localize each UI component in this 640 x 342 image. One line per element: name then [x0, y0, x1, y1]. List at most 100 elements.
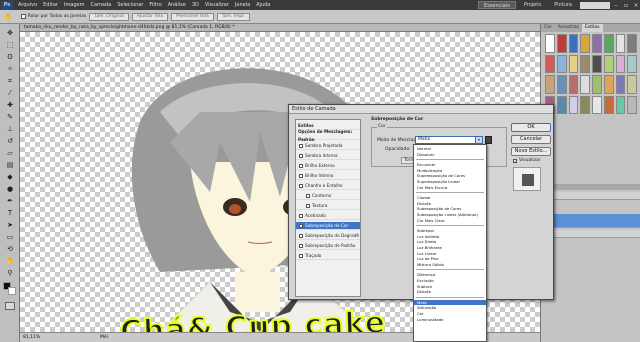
style-swatch[interactable] [580, 95, 590, 114]
zoom-tool-icon[interactable]: ⚲ [5, 268, 15, 278]
style-item[interactable]: Chanfro e Entalhe [296, 182, 360, 190]
style-swatch[interactable] [580, 75, 590, 94]
layer-row[interactable] [541, 230, 640, 238]
style-swatch[interactable] [603, 34, 614, 53]
blend-mode-option[interactable]: Divisão [414, 289, 486, 295]
preview-checkbox-row[interactable]: ✓ Visualizar [513, 158, 541, 163]
style-item[interactable]: Acetinado [296, 212, 360, 220]
maximize-button[interactable]: ▫ [622, 2, 630, 9]
style-checkbox[interactable] [299, 233, 303, 238]
style-swatch[interactable] [545, 34, 555, 53]
menu-analise[interactable]: Análise [165, 2, 189, 8]
style-swatch[interactable] [580, 34, 590, 53]
lasso-tool-icon[interactable]: ʘ [5, 52, 15, 62]
menu-3d[interactable]: 3D [189, 2, 202, 8]
style-swatch[interactable] [627, 34, 637, 53]
print-size-button[interactable]: Tam. Impr. [216, 12, 251, 21]
blend-mode-select[interactable]: Matiz ▾ [415, 136, 483, 144]
healing-tool-icon[interactable]: ✚ [5, 100, 15, 110]
actual-pixels-button[interactable]: Tam. Original [89, 12, 129, 21]
blur-tool-icon[interactable]: ◆ [5, 172, 15, 182]
menu-ajuda[interactable]: Ajuda [253, 2, 273, 8]
style-checkbox[interactable] [299, 183, 303, 188]
type-tool-icon[interactable]: T [5, 208, 15, 218]
history-brush-tool-icon[interactable]: ↺ [5, 136, 15, 146]
fit-screen-button[interactable]: Ajustar Tela [131, 12, 169, 21]
layer-row-selected[interactable] [541, 214, 640, 228]
stamp-tool-icon[interactable]: ⊥ [5, 124, 15, 134]
style-swatch[interactable] [592, 95, 602, 114]
style-swatch[interactable] [592, 75, 602, 94]
style-item[interactable]: Opções de Mesclagem: Padrão [296, 129, 360, 142]
tab-swatches[interactable]: Amostras [555, 24, 582, 32]
eyedropper-tool-icon[interactable]: ⁄ [5, 88, 15, 98]
style-checkbox[interactable] [306, 193, 310, 198]
style-checkbox[interactable] [306, 203, 310, 208]
workspace-essenciais-button[interactable]: Essenciais [478, 1, 516, 9]
gradient-tool-icon[interactable]: ▤ [5, 160, 15, 170]
marquee-tool-icon[interactable]: ⬚ [5, 40, 15, 50]
shape-tool-icon[interactable]: ▭ [5, 232, 15, 242]
style-swatch[interactable] [568, 54, 579, 73]
magic-wand-tool-icon[interactable]: ✧ [5, 64, 15, 74]
ok-button[interactable]: OK [511, 123, 551, 132]
style-swatch[interactable] [545, 54, 555, 73]
tab-color[interactable]: Cor [541, 24, 555, 32]
hand-tool-icon[interactable]: ✋ [5, 256, 15, 266]
workspace-pintura-button[interactable]: Pintura [549, 1, 577, 9]
style-swatch[interactable] [627, 54, 637, 73]
menu-camada[interactable]: Camada [87, 2, 114, 8]
menu-selecionar[interactable]: Selecionar [114, 2, 146, 8]
style-swatch[interactable] [568, 95, 579, 114]
style-swatch[interactable] [627, 95, 637, 114]
blend-mode-option[interactable]: Mistura Sólida [414, 262, 486, 268]
close-button[interactable]: × [632, 2, 640, 9]
scroll-all-windows-checkbox[interactable] [20, 14, 26, 19]
3d-tool-icon[interactable]: ⟲ [5, 244, 15, 254]
style-swatch[interactable] [592, 34, 602, 53]
tab-styles[interactable]: Estilos [582, 24, 603, 32]
style-checkbox[interactable]: ✓ [299, 223, 303, 228]
new-style-button[interactable]: Novo Estilo... [511, 147, 551, 156]
menu-arquivo[interactable]: Arquivo [15, 2, 40, 8]
style-swatch[interactable] [603, 95, 614, 114]
cancel-button[interactable]: Cancelar [511, 135, 551, 144]
search-input[interactable] [580, 1, 610, 9]
style-checkbox[interactable] [299, 213, 303, 218]
layer-row[interactable] [541, 192, 640, 200]
style-checkbox[interactable] [299, 253, 303, 258]
style-swatch[interactable] [603, 54, 614, 73]
style-swatch[interactable] [615, 34, 626, 53]
crop-tool-icon[interactable]: ⌗ [5, 76, 15, 86]
style-swatch[interactable] [556, 54, 567, 73]
quick-mask-icon[interactable] [5, 302, 15, 310]
eraser-tool-icon[interactable]: ▱ [5, 148, 15, 158]
style-swatch[interactable] [556, 75, 567, 94]
background-color-swatch[interactable] [8, 287, 16, 295]
fill-screen-button[interactable]: Preencher tela [171, 12, 214, 21]
style-swatch[interactable] [615, 54, 626, 73]
style-checkbox[interactable] [299, 173, 303, 178]
style-item[interactable]: Sombra Projetada [296, 142, 360, 150]
menu-janela[interactable]: Janela [232, 2, 253, 8]
style-swatch[interactable] [568, 34, 579, 53]
dodge-tool-icon[interactable]: ● [5, 184, 15, 194]
style-swatch[interactable] [592, 54, 602, 73]
overlay-color-swatch[interactable] [485, 136, 492, 144]
minimize-button[interactable]: – [612, 2, 620, 9]
blend-mode-option[interactable]: Cor Mais Clara [414, 218, 486, 224]
style-swatch[interactable] [556, 34, 567, 53]
style-item[interactable]: Brilho Externo [296, 162, 360, 170]
blend-mode-option[interactable]: Luminosidade [414, 317, 486, 323]
style-item[interactable]: Sombra Interna [296, 152, 360, 160]
menu-filtro[interactable]: Filtro [146, 2, 164, 8]
style-checkbox[interactable] [299, 143, 303, 148]
style-swatch[interactable] [545, 75, 555, 94]
style-item[interactable]: Traçado [296, 252, 360, 260]
style-item[interactable]: Contorno [296, 192, 360, 200]
style-item[interactable]: Sobreposição de Padrão [296, 242, 360, 250]
style-item[interactable]: Sobreposição de Degradê [296, 232, 360, 240]
style-swatch[interactable] [603, 75, 614, 94]
path-select-tool-icon[interactable]: ➤ [5, 220, 15, 230]
style-item[interactable]: ✓ Sobreposição de Cor [296, 222, 360, 230]
